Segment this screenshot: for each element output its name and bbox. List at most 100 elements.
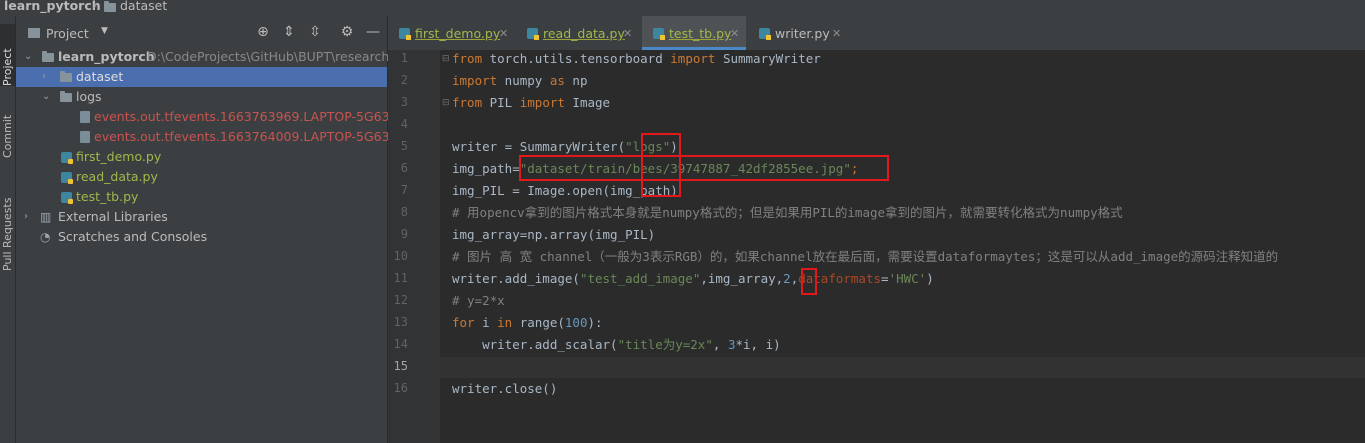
tree-label: learn_pytorch <box>58 49 155 64</box>
line-number: 5 <box>400 139 408 153</box>
tree-item-events-file-1[interactable]: events.out.tfevents.1663763969.LAPTOP-5G… <box>16 107 422 127</box>
expand-arrow-icon[interactable]: ⌄ <box>24 47 32 67</box>
editor-tab-bar: first_demo.py ✕ read_data.py ✕ test_tb.p… <box>388 16 1365 51</box>
code-line-8: # 用opencv拿到的图片格式本身就是numpy格式的；但是如果用PIL的im… <box>452 205 1123 220</box>
project-view-icon <box>28 28 40 38</box>
tree-label: External Libraries <box>58 209 168 224</box>
folder-icon <box>60 91 72 102</box>
code-line-12: # y=2*x <box>452 293 505 308</box>
line-number: 2 <box>400 73 408 87</box>
tab-test-tb[interactable]: test_tb.py ✕ <box>642 16 746 50</box>
chevron-down-icon[interactable]: ▼ <box>101 26 108 36</box>
expand-all-icon[interactable]: ⇕ <box>280 24 298 40</box>
line-number: 1 <box>400 51 408 65</box>
fold-marker-icon[interactable]: ⊟ <box>442 98 450 108</box>
highlight-box-img-path <box>519 155 889 181</box>
commit-tool-tab[interactable]: Commit <box>0 96 15 158</box>
scratches-icon: ◔ <box>40 230 51 244</box>
python-file-icon <box>61 152 73 164</box>
tab-label: writer.py <box>775 26 830 41</box>
code-line-9: img_array=np.array(img_PIL) <box>452 227 656 242</box>
folder-icon <box>42 51 54 62</box>
line-number: 11 <box>393 271 408 285</box>
line-number-current: 15 <box>393 359 408 373</box>
tree-item-test-tb[interactable]: test_tb.py <box>16 187 387 207</box>
tree-item-dataset[interactable]: › dataset <box>16 67 387 87</box>
close-icon[interactable]: ✕ <box>623 16 632 52</box>
tab-label: first_demo.py <box>415 26 501 41</box>
breadcrumb-project[interactable]: learn_pytorch <box>4 0 101 13</box>
pull-requests-tool-tab[interactable]: Pull Requests <box>0 176 15 271</box>
tree-label: first_demo.py <box>76 149 162 164</box>
fold-marker-icon[interactable]: ⊟ <box>442 54 450 64</box>
tree-item-logs[interactable]: ⌄ logs <box>16 87 387 107</box>
tree-item-external-libraries[interactable]: › ▥ External Libraries <box>16 207 387 227</box>
tree-label: test_tb.py <box>76 189 139 204</box>
collapsed-arrow-icon[interactable]: › <box>42 67 46 87</box>
tree-label: logs <box>76 89 102 104</box>
tab-label: read_data.py <box>543 26 625 41</box>
tree-item-events-file-2[interactable]: events.out.tfevents.1663764009.LAPTOP-5G… <box>16 127 422 147</box>
code-line-10: # 图片 高 宽 channel（一般为3表示RGB）的，如果channel放在… <box>452 249 1279 264</box>
close-icon[interactable]: ✕ <box>499 16 508 52</box>
code-line-13: for i in range(100): <box>452 315 603 330</box>
line-number: 6 <box>400 161 408 175</box>
locate-file-icon[interactable]: ⊕ <box>254 24 272 40</box>
tree-label: dataset <box>76 69 124 84</box>
python-file-icon <box>759 28 771 40</box>
file-icon <box>80 111 90 123</box>
tab-label: test_tb.py <box>669 26 732 41</box>
project-panel: Project ▼ ⊕ ⇕ ⇳ ⚙ — ⌄ learn_pytorch D:\C… <box>16 16 422 443</box>
tree-label: Scratches and Consoles <box>58 229 208 244</box>
tree-item-first-demo[interactable]: first_demo.py <box>16 147 387 167</box>
code-line-16: writer.close() <box>452 381 558 396</box>
tree-item-learn-pytorch[interactable]: ⌄ learn_pytorch D:\CodeProjects\GitHub\B… <box>16 47 400 67</box>
file-icon <box>80 131 90 143</box>
code-line-3: from PIL import Image <box>452 95 611 110</box>
hide-panel-icon[interactable]: — <box>364 24 382 40</box>
line-number: 7 <box>400 183 408 197</box>
line-number: 4 <box>400 117 408 131</box>
close-icon[interactable]: ✕ <box>832 16 841 52</box>
python-file-icon <box>61 172 73 184</box>
python-file-icon <box>653 28 665 40</box>
breadcrumb-folder[interactable]: dataset <box>120 0 167 13</box>
tree-label: read_data.py <box>76 169 158 184</box>
line-number: 13 <box>393 315 408 329</box>
line-number: 16 <box>393 381 408 395</box>
python-file-icon <box>399 28 411 40</box>
current-line-highlight <box>440 357 1365 378</box>
line-number: 12 <box>393 293 408 307</box>
tree-label: events.out.tfevents.1663764009.LAPTOP-5G… <box>94 129 422 144</box>
tab-read-data[interactable]: read_data.py ✕ <box>516 16 640 50</box>
python-file-icon <box>527 28 539 40</box>
python-file-icon <box>61 192 73 204</box>
project-panel-title[interactable]: Project <box>46 26 89 41</box>
folder-icon <box>60 71 72 82</box>
library-icon: ▥ <box>40 210 52 224</box>
code-line-1: from torch.utils.tensorboard import Summ… <box>452 51 821 66</box>
left-tool-strip: Project Commit Pull Requests <box>0 16 16 443</box>
line-number: 3 <box>400 95 408 109</box>
collapsed-arrow-icon[interactable]: › <box>24 207 28 227</box>
breadcrumb-separator-icon: › <box>93 0 98 12</box>
tree-item-read-data[interactable]: read_data.py <box>16 167 387 187</box>
project-panel-header: Project ▼ ⊕ ⇕ ⇳ ⚙ — <box>16 16 387 50</box>
line-number: 10 <box>393 249 408 263</box>
code-line-11: writer.add_image("test_add_image",img_ar… <box>452 271 934 286</box>
line-number: 9 <box>400 227 408 241</box>
line-number: 8 <box>400 205 408 219</box>
code-line-14: writer.add_scalar("title为y=2x", 3*i, i) <box>452 337 781 352</box>
collapse-all-icon[interactable]: ⇳ <box>306 24 324 40</box>
folder-icon <box>104 1 116 12</box>
tab-writer[interactable]: writer.py ✕ <box>748 16 848 50</box>
tree-item-scratches[interactable]: ◔ Scratches and Consoles <box>16 227 387 247</box>
close-icon[interactable]: ✕ <box>730 16 739 52</box>
line-number: 14 <box>393 337 408 351</box>
tab-first-demo[interactable]: first_demo.py ✕ <box>388 16 514 50</box>
tree-label: events.out.tfevents.1663763969.LAPTOP-5G… <box>94 109 422 124</box>
expand-arrow-icon[interactable]: ⌄ <box>42 87 50 107</box>
gear-icon[interactable]: ⚙ <box>338 24 356 40</box>
project-tool-tab[interactable]: Project <box>0 24 15 86</box>
highlight-box-step <box>801 268 817 295</box>
